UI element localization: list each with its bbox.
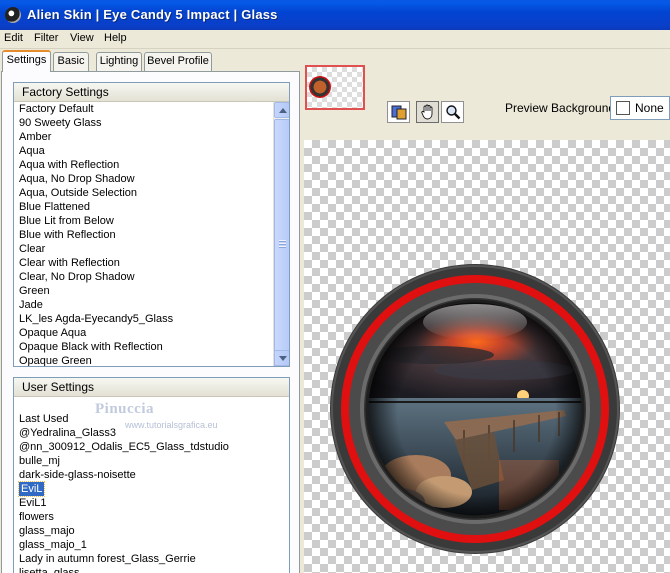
watermark-name: Pinuccia xyxy=(95,401,154,417)
factory-setting-item[interactable]: Clear, No Drop Shadow xyxy=(19,270,135,284)
factory-scrollbar[interactable] xyxy=(273,102,289,366)
factory-settings-header: Factory Settings xyxy=(14,83,289,102)
watermark-url: www.tutorialsgrafica.eu xyxy=(125,420,218,430)
factory-setting-item[interactable]: Opaque Black with Reflection xyxy=(19,340,163,354)
preview-background-value: None xyxy=(635,101,664,115)
user-setting-item[interactable]: flowers xyxy=(19,510,54,524)
factory-setting-item[interactable]: LK_les Agda-Eyecandy5_Glass xyxy=(19,312,173,326)
thumbnail-image xyxy=(309,76,331,98)
user-setting-item[interactable]: EviL xyxy=(17,481,46,497)
hand-icon xyxy=(420,104,432,120)
factory-setting-item[interactable]: Aqua, No Drop Shadow xyxy=(19,172,135,186)
tab-basic[interactable]: Basic xyxy=(53,52,89,71)
preview-background-select[interactable]: None xyxy=(610,96,670,120)
factory-setting-item[interactable]: Jade xyxy=(19,298,43,312)
glass-effect-preview xyxy=(330,264,620,554)
factory-setting-item[interactable]: Amber xyxy=(19,130,51,144)
user-setting-item[interactable]: lisetta_glass xyxy=(19,566,80,573)
preview-thumbnail[interactable] xyxy=(305,65,365,110)
factory-settings-list[interactable]: Factory Settings Factory Default 90 Sweet… xyxy=(13,82,290,367)
zoom-tool-button[interactable] xyxy=(441,101,464,123)
factory-setting-item[interactable]: Blue with Reflection xyxy=(19,228,116,242)
user-setting-item[interactable]: EviL1 xyxy=(19,496,47,510)
preview-compare-icon xyxy=(391,105,406,120)
factory-setting-item[interactable]: Green xyxy=(19,284,50,298)
tab-settings[interactable]: Settings xyxy=(2,50,51,72)
factory-setting-item[interactable]: Aqua, Outside Selection xyxy=(19,186,137,200)
user-setting-item[interactable]: @Yedralina_Glass3 xyxy=(19,426,116,440)
scroll-down-button[interactable] xyxy=(274,350,289,366)
preview-canvas[interactable] xyxy=(304,140,670,573)
factory-setting-item[interactable]: Factory Default xyxy=(19,102,94,116)
user-setting-item[interactable]: glass_majo_1 xyxy=(19,538,87,552)
background-swatch xyxy=(616,101,630,115)
user-setting-item[interactable]: Lady in autumn forest_Glass_Gerrie xyxy=(19,552,196,566)
factory-setting-item[interactable]: Opaque Green xyxy=(19,354,92,366)
preview-background-label: Preview Background: xyxy=(505,101,619,115)
menu-view[interactable]: View xyxy=(70,32,94,44)
factory-setting-item[interactable]: Blue Lit from Below xyxy=(19,214,114,228)
menu-bar: Edit Filter View Help xyxy=(0,30,670,49)
zoom-icon xyxy=(445,105,460,120)
hand-tool-button[interactable] xyxy=(416,101,439,123)
chevron-down-icon xyxy=(279,356,287,361)
factory-setting-item[interactable]: Opaque Aqua xyxy=(19,326,86,340)
factory-setting-item[interactable]: Aqua xyxy=(19,144,45,158)
factory-setting-item[interactable]: 90 Sweety Glass xyxy=(19,116,102,130)
scroll-thumb[interactable] xyxy=(274,119,289,366)
user-setting-item[interactable]: bulle_mj xyxy=(19,454,60,468)
scroll-up-button[interactable] xyxy=(274,102,289,118)
factory-setting-item[interactable]: Clear xyxy=(19,242,45,256)
factory-setting-item[interactable]: Aqua with Reflection xyxy=(19,158,119,172)
window-title: Alien Skin | Eye Candy 5 Impact | Glass xyxy=(27,7,278,22)
app-icon xyxy=(5,7,21,23)
factory-setting-item[interactable]: Clear with Reflection xyxy=(19,256,120,270)
tab-lighting[interactable]: Lighting xyxy=(96,52,142,71)
compare-button[interactable] xyxy=(387,101,410,123)
title-bar[interactable]: Alien Skin | Eye Candy 5 Impact | Glass xyxy=(0,0,670,30)
user-setting-item[interactable]: glass_majo xyxy=(19,524,75,538)
menu-edit[interactable]: Edit xyxy=(4,32,23,44)
menu-filter[interactable]: Filter xyxy=(34,32,58,44)
user-setting-item[interactable]: Last Used xyxy=(19,412,69,426)
user-setting-item[interactable]: dark-side-glass-noisette xyxy=(19,468,136,482)
menu-help[interactable]: Help xyxy=(104,32,127,44)
user-setting-item[interactable]: @nn_300912_Odalis_EC5_Glass_tdstudio xyxy=(19,440,229,454)
factory-setting-item[interactable]: Blue Flattened xyxy=(19,200,90,214)
user-settings-header: User Settings xyxy=(14,378,289,397)
tab-bevel-profile[interactable]: Bevel Profile xyxy=(144,52,212,71)
chevron-up-icon xyxy=(279,108,287,113)
